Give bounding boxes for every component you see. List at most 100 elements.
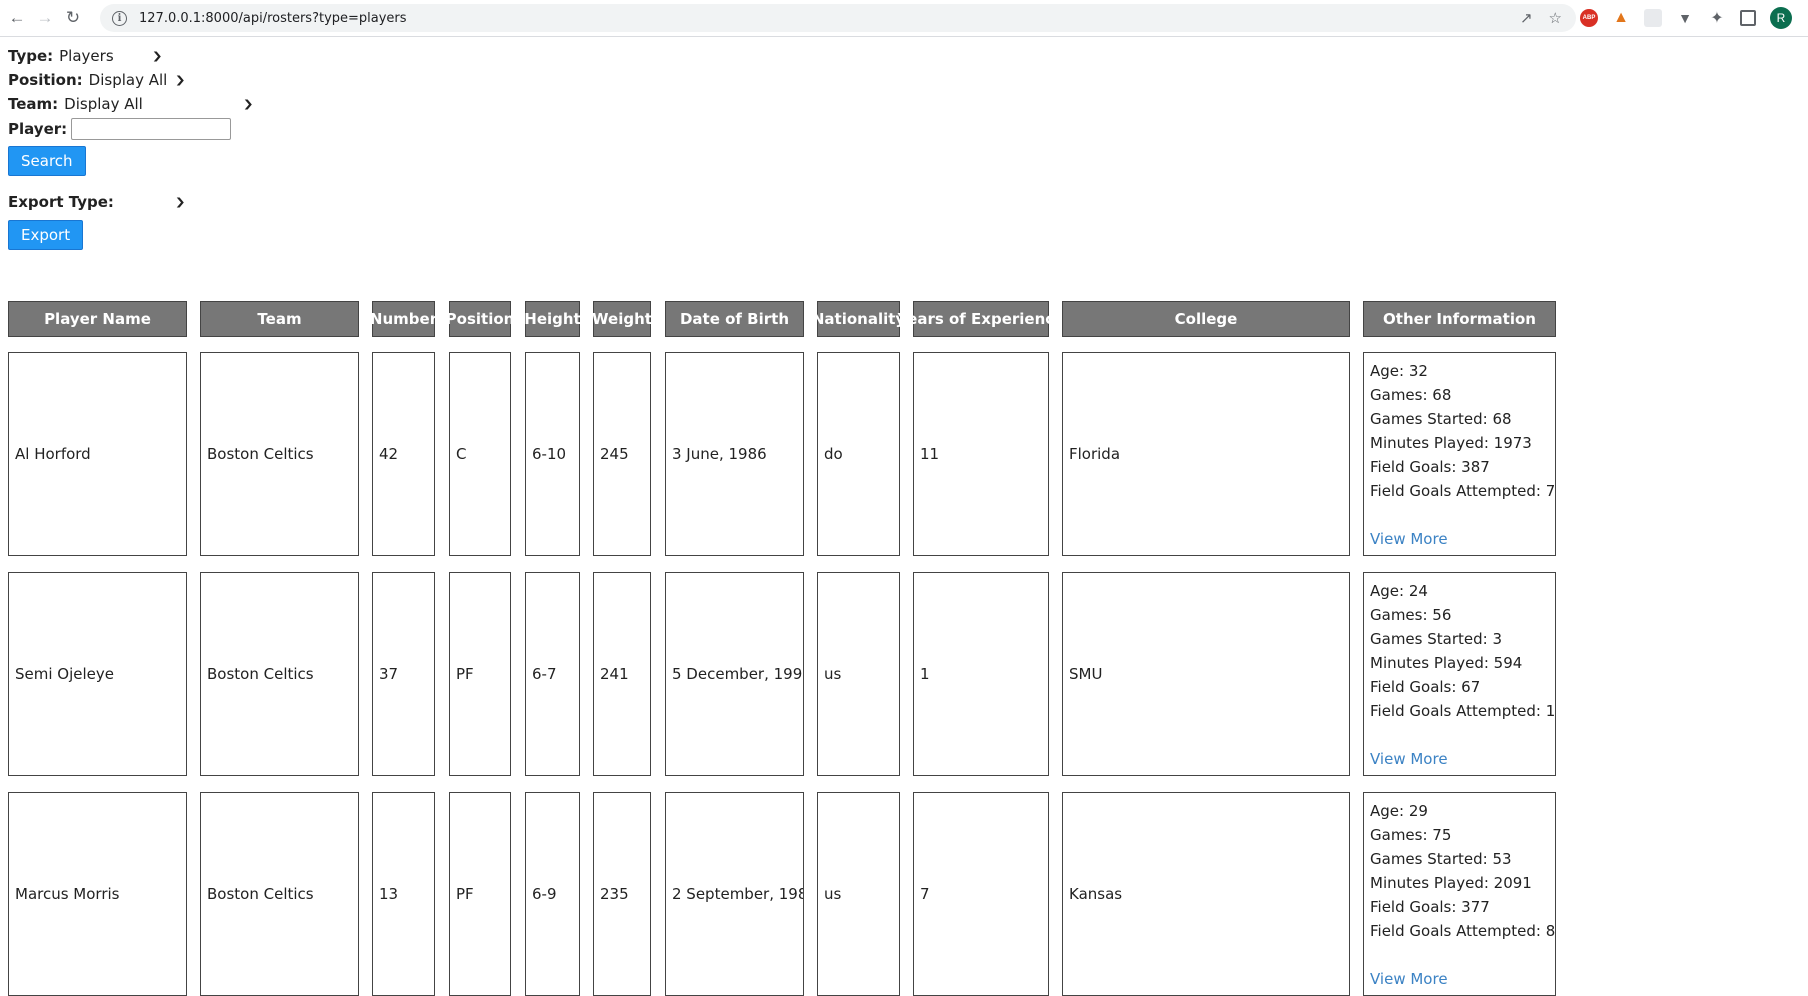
table-cell-position: C <box>449 352 511 556</box>
other-info-line: Games Started: 3 <box>1370 630 1502 648</box>
table-cell-nationality: us <box>817 572 900 776</box>
chevron-down-icon: ❯ <box>175 74 186 86</box>
view-more-link[interactable]: View More <box>1370 527 1448 551</box>
other-info-line: Games: 68 <box>1370 386 1452 404</box>
player-label: Player: <box>8 120 68 138</box>
site-info-icon[interactable]: i <box>112 10 127 26</box>
table-cell-dob: 3 June, 1986 <box>665 352 804 556</box>
other-info-line: Games: 56 <box>1370 606 1452 624</box>
forward-icon[interactable]: → <box>34 7 56 29</box>
table-cell-experience: 7 <box>913 792 1049 996</box>
header-years-of-experience: Years of Experience <box>898 301 1064 337</box>
table-cell-other: Age: 24 Games: 56 Games Started: 3 Minutes … <box>1363 572 1556 776</box>
table-cell-experience: 11 <box>913 352 1049 556</box>
player-input[interactable] <box>71 118 232 140</box>
other-info-line: Field Goals Attempted: 723 <box>1370 482 1556 500</box>
header-date-of-birth: Date of Birth <box>665 301 804 337</box>
back-icon[interactable]: ← <box>6 7 28 29</box>
position-select-value: Display All <box>88 71 168 89</box>
extensions-puzzle-icon[interactable]: ✦ <box>1708 9 1726 27</box>
profile-avatar[interactable]: R <box>1770 7 1792 29</box>
table-cell-other: Age: 32 Games: 68 Games Started: 68 Minutes… <box>1363 352 1556 556</box>
table-cell-college: Florida <box>1062 352 1350 556</box>
chevron-down-icon: ❯ <box>174 196 186 208</box>
chevron-down-icon: ❯ <box>151 50 163 62</box>
table-cell-dob: 5 December, 1994 <box>665 572 804 776</box>
table-cell-height: 6-9 <box>525 792 580 996</box>
header-weight: Weight <box>592 301 652 337</box>
browser-toolbar: ← → ↻ i 127.0.0.1:8000/api/rosters?type=… <box>0 0 1808 37</box>
metamask-extension-icon[interactable]: ▲ <box>1612 9 1630 27</box>
table-cell-college: SMU <box>1062 572 1350 776</box>
filter-form: Type: Players ❯ Position: Display All ❯ … <box>8 44 254 250</box>
table-cell-height: 6-10 <box>525 352 580 556</box>
table-cell-number: 13 <box>372 792 435 996</box>
table-cell-other: Age: 29 Games: 75 Games Started: 53 Minutes… <box>1363 792 1556 996</box>
export-type-select[interactable]: ❯ <box>120 192 186 212</box>
other-info-line: Minutes Played: 1973 <box>1370 434 1532 452</box>
other-info-line: Age: 24 <box>1370 582 1428 600</box>
other-info-line: Age: 32 <box>1370 362 1428 380</box>
header-nationality: Nationality <box>812 301 905 337</box>
table-cell-college: Kansas <box>1062 792 1350 996</box>
header-team: Team <box>200 301 359 337</box>
table-cell-number: 37 <box>372 572 435 776</box>
chevron-down-icon: ❯ <box>242 98 254 110</box>
other-info-line: Age: 29 <box>1370 802 1428 820</box>
table-cell-team: Boston Celtics <box>200 792 359 996</box>
bookmark-star-icon[interactable]: ☆ <box>1549 9 1562 27</box>
export-type-label: Export Type: <box>8 193 114 211</box>
other-info-line: Field Goals: 387 <box>1370 458 1490 476</box>
position-select[interactable]: Display All ❯ <box>88 71 186 89</box>
other-info-line: Games Started: 68 <box>1370 410 1512 428</box>
share-icon[interactable]: ↗ <box>1520 9 1533 27</box>
table-cell-weight: 245 <box>593 352 651 556</box>
position-label: Position: <box>8 71 83 89</box>
team-label: Team: <box>8 95 59 113</box>
reload-icon[interactable]: ↻ <box>62 7 84 29</box>
table-cell-position: PF <box>449 792 511 996</box>
other-info-line: Minutes Played: 594 <box>1370 654 1523 672</box>
other-info-line: Games: 75 <box>1370 826 1452 844</box>
other-info-line: Games Started: 53 <box>1370 850 1512 868</box>
other-info-line: Field Goals Attempted: 158 <box>1370 702 1556 720</box>
table-cell-experience: 1 <box>913 572 1049 776</box>
table-cell-name: Semi Ojeleye <box>8 572 187 776</box>
team-select[interactable]: Display All ❯ <box>64 95 254 113</box>
table-cell-height: 6-7 <box>525 572 580 776</box>
table-cell-weight: 235 <box>593 792 651 996</box>
other-info-line: Minutes Played: 2091 <box>1370 874 1532 892</box>
other-info-line: Field Goals: 67 <box>1370 678 1481 696</box>
table-cell-team: Boston Celtics <box>200 572 359 776</box>
header-number: Number <box>370 301 437 337</box>
other-info-line: Field Goals: 377 <box>1370 898 1490 916</box>
view-more-link[interactable]: View More <box>1370 747 1448 771</box>
table-cell-number: 42 <box>372 352 435 556</box>
side-panel-icon[interactable] <box>1740 10 1756 26</box>
adblock-extension-icon[interactable]: ABP <box>1580 9 1598 27</box>
header-height: Height <box>524 301 581 337</box>
table-cell-name: Al Horford <box>8 352 187 556</box>
table-cell-dob: 2 September, 1989 <box>665 792 804 996</box>
header-player-name: Player Name <box>8 301 187 337</box>
vue-extension-icon[interactable]: ▼ <box>1676 9 1694 27</box>
table-cell-position: PF <box>449 572 511 776</box>
table-cell-nationality: us <box>817 792 900 996</box>
type-select-value: Players <box>59 47 114 65</box>
header-other-information: Other Information <box>1363 301 1556 337</box>
address-bar[interactable]: i 127.0.0.1:8000/api/rosters?type=player… <box>100 4 1576 32</box>
table-cell-name: Marcus Morris <box>8 792 187 996</box>
extension-blank-icon[interactable] <box>1644 9 1662 27</box>
header-college: College <box>1062 301 1350 337</box>
table-cell-team: Boston Celtics <box>200 352 359 556</box>
search-button[interactable]: Search <box>8 146 86 176</box>
url-text[interactable]: 127.0.0.1:8000/api/rosters?type=players <box>139 11 407 26</box>
view-more-link[interactable]: View More <box>1370 967 1448 991</box>
table-cell-nationality: do <box>817 352 900 556</box>
team-select-value: Display All <box>64 95 143 113</box>
header-position: Position <box>446 301 514 337</box>
table-cell-weight: 241 <box>593 572 651 776</box>
type-select[interactable]: Players ❯ <box>59 47 163 65</box>
export-button[interactable]: Export <box>8 220 84 250</box>
other-info-line: Field Goals Attempted: 844 <box>1370 922 1556 940</box>
